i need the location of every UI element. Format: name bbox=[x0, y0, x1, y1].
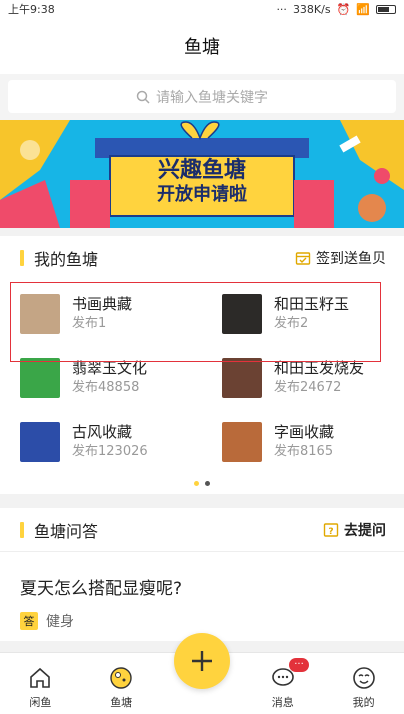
pond-thumbnail bbox=[20, 422, 60, 462]
tab-label: 消息 bbox=[271, 696, 294, 709]
tab-me[interactable]: 我的 bbox=[334, 664, 394, 710]
page-title: 鱼塘 bbox=[184, 37, 220, 58]
pond-thumbnail bbox=[20, 294, 60, 334]
network-speed: 338K/s bbox=[292, 2, 331, 16]
pond-info: 书画典藏 发布1 bbox=[72, 294, 132, 334]
pond-post-count: 发布2 bbox=[274, 316, 309, 331]
pond-name: 字画收藏 bbox=[274, 423, 335, 441]
my-ponds-title-text: 我的鱼塘 bbox=[34, 250, 99, 269]
banner-line-2: 开放申请啦 bbox=[157, 184, 247, 205]
banner-line-1: 兴趣鱼塘 bbox=[157, 158, 246, 183]
pond-name: 和田玉发烧友 bbox=[274, 359, 365, 377]
tab-messages[interactable]: ··· 消息 bbox=[253, 658, 313, 710]
tab-label: 鱼塘 bbox=[110, 696, 133, 709]
pond-name: 和田玉籽玉 bbox=[274, 295, 350, 313]
ask-question-button[interactable]: ? 去提问 bbox=[323, 520, 386, 540]
page-dot-active bbox=[194, 480, 199, 486]
qa-question[interactable]: 夏天怎么搭配显瘦呢? bbox=[0, 552, 404, 605]
accent-bar bbox=[20, 250, 24, 266]
publish-button[interactable] bbox=[174, 633, 230, 689]
alarm-icon: ⏰ bbox=[336, 2, 351, 16]
battery-icon bbox=[376, 4, 396, 14]
status-bar: 上午9:38 ··· 338K/s ⏰ 📶 bbox=[0, 0, 404, 18]
qa-card: 鱼塘问答 ? 去提问 夏天怎么搭配显瘦呢? 答 健身 bbox=[0, 508, 404, 641]
pond-thumbnail bbox=[222, 358, 262, 398]
checkin-label: 签到送鱼贝 bbox=[316, 251, 386, 267]
section-gap bbox=[0, 494, 404, 508]
checkin-button[interactable]: 签到送鱼贝 bbox=[295, 248, 386, 268]
qa-title-text: 鱼塘问答 bbox=[34, 521, 99, 541]
qa-header: 鱼塘问答 ? 去提问 bbox=[0, 508, 404, 552]
qa-title: 鱼塘问答 bbox=[20, 518, 98, 542]
pond-grid: 书画典藏 发布1 和田玉籽玉 发布2 翡翠玉文化 发布48858 和田玉发烧友 … bbox=[0, 280, 404, 472]
pond-icon bbox=[110, 667, 132, 689]
pond-post-count: 发布1 bbox=[72, 316, 107, 331]
pond-post-count: 发布123026 bbox=[72, 444, 148, 459]
search-wrap: 请输入鱼塘关键字 bbox=[0, 74, 404, 120]
pond-info: 古风收藏 发布123026 bbox=[72, 422, 148, 462]
page-dot bbox=[205, 480, 210, 486]
tab-label: 我的 bbox=[352, 696, 375, 709]
pond-post-count: 发布8165 bbox=[274, 444, 334, 459]
accent-bar bbox=[20, 521, 24, 538]
answer-badge: 答 bbox=[20, 612, 38, 630]
my-ponds-card: 我的鱼塘 签到送鱼贝 书画典藏 发布1 和田玉籽玉 发布2 翡翠玉文化 发布48… bbox=[0, 236, 404, 494]
svg-text:?: ? bbox=[328, 527, 333, 537]
bottom-tab-bar: 闲鱼 鱼塘 ··· 消息 我的 bbox=[0, 633, 404, 714]
tab-label: 闲鱼 bbox=[29, 696, 52, 709]
pond-item[interactable]: 书画典藏 发布1 bbox=[0, 284, 202, 344]
pond-thumbnail bbox=[20, 358, 60, 398]
search-placeholder: 请输入鱼塘关键字 bbox=[156, 89, 268, 106]
pond-thumbnail bbox=[222, 422, 262, 462]
calendar-icon bbox=[295, 252, 311, 265]
pond-info: 和田玉籽玉 发布2 bbox=[274, 294, 349, 334]
my-ponds-title: 我的鱼塘 bbox=[20, 246, 98, 270]
pond-post-count: 发布48858 bbox=[72, 380, 140, 395]
app-screen: 上午9:38 ··· 338K/s ⏰ 📶 鱼塘 请输入鱼塘关键字 兴趣鱼塘 开… bbox=[0, 0, 404, 714]
question-icon: ? bbox=[323, 522, 339, 537]
pond-item[interactable]: 和田玉籽玉 发布2 bbox=[202, 284, 404, 344]
ask-question-label: 去提问 bbox=[344, 522, 386, 539]
status-time: 上午9:38 bbox=[8, 3, 55, 16]
pond-info: 和田玉发烧友 发布24672 bbox=[274, 358, 364, 398]
nav-bar: 鱼塘 bbox=[0, 18, 404, 74]
wifi-icon: 📶 bbox=[356, 2, 370, 16]
pond-name: 翡翠玉文化 bbox=[72, 359, 148, 377]
pond-name: 书画典藏 bbox=[72, 295, 133, 313]
my-ponds-header: 我的鱼塘 签到送鱼贝 bbox=[0, 236, 404, 280]
pond-name: 古风收藏 bbox=[72, 423, 133, 441]
promo-banner[interactable]: 兴趣鱼塘 开放申请啦 bbox=[0, 120, 404, 228]
banner-text: 兴趣鱼塘 开放申请啦 bbox=[110, 158, 294, 206]
pond-thumbnail bbox=[222, 294, 262, 334]
pond-item[interactable]: 和田玉发烧友 发布24672 bbox=[202, 348, 404, 408]
page-indicator bbox=[0, 472, 404, 494]
search-input[interactable]: 请输入鱼塘关键字 bbox=[8, 80, 396, 113]
pond-item[interactable]: 字画收藏 发布8165 bbox=[202, 412, 404, 472]
pond-info: 字画收藏 发布8165 bbox=[274, 422, 334, 462]
pond-item[interactable]: 古风收藏 发布123026 bbox=[0, 412, 202, 472]
profile-icon bbox=[352, 667, 375, 689]
home-icon bbox=[30, 667, 51, 688]
status-dots: ··· bbox=[276, 2, 287, 16]
pond-post-count: 发布24672 bbox=[274, 380, 342, 395]
message-badge: ··· bbox=[289, 658, 309, 672]
pond-info: 翡翠玉文化 发布48858 bbox=[72, 358, 147, 398]
tab-yutang[interactable]: 鱼塘 bbox=[91, 664, 151, 710]
pond-item[interactable]: 翡翠玉文化 发布48858 bbox=[0, 348, 202, 408]
search-icon bbox=[136, 90, 150, 104]
plus-icon bbox=[192, 651, 212, 671]
tab-xianyu[interactable]: 闲鱼 bbox=[10, 664, 70, 710]
status-indicators: ··· 338K/s ⏰ 📶 bbox=[276, 3, 396, 16]
qa-tag[interactable]: 健身 bbox=[46, 611, 74, 631]
